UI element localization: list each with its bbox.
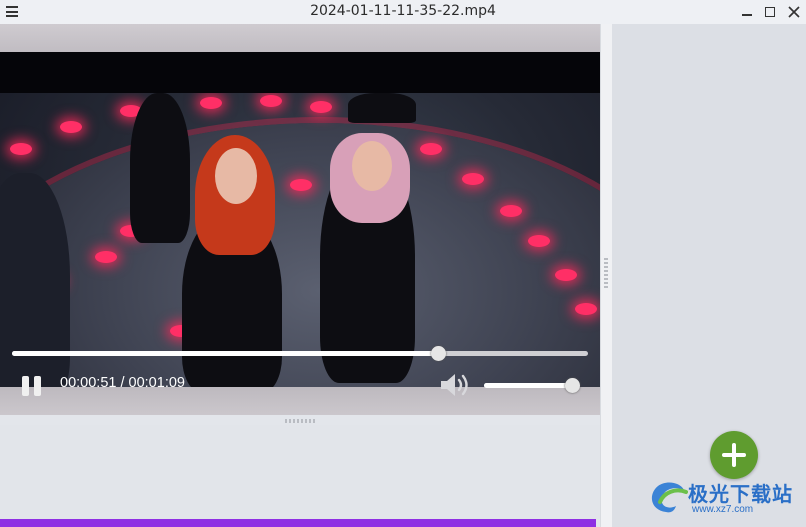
maximize-button[interactable] [761,3,779,21]
seek-bar-fill [12,351,438,356]
pause-icon [22,376,29,396]
watermark-text: 极光下载站 [688,482,793,506]
minimize-button[interactable] [738,3,756,21]
lower-panel [0,425,600,519]
window-title: 2024-01-11-11-35-22.mp4 [310,3,496,19]
bottom-progress-bar [0,519,596,527]
right-pane [612,24,806,527]
speaker-icon[interactable] [438,371,474,399]
watermark-url: www.xz7.com [692,504,754,515]
volume-slider-handle[interactable] [565,378,580,393]
close-icon [788,6,800,18]
horizontal-splitter[interactable] [0,417,600,425]
title-bar: 2024-01-11-11-35-22.mp4 [0,0,806,25]
vertical-splitter[interactable] [600,24,612,527]
maximize-icon [765,7,775,17]
video-frame [0,93,600,387]
close-button[interactable] [785,3,803,21]
player-area: 00:00:51 / 00:01:09 [0,24,600,415]
video-player[interactable] [0,52,600,387]
left-pane: 00:00:51 / 00:01:09 [0,24,600,527]
time-display: 00:00:51 / 00:01:09 [60,375,185,391]
volume-slider-fill [484,383,572,388]
seek-bar[interactable] [12,346,588,361]
minimize-icon [742,14,752,16]
watermark-logo: 极光下载站 www.xz7.com [646,472,806,522]
pause-button[interactable] [21,376,43,396]
volume-slider[interactable] [484,378,580,393]
seek-bar-handle[interactable] [430,346,446,361]
